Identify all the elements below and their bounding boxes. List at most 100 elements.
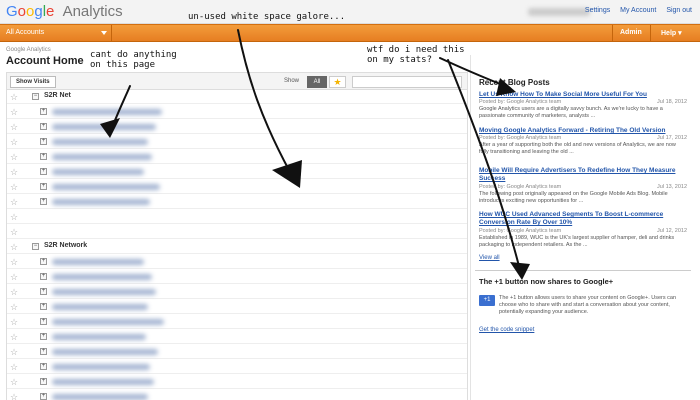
star-icon[interactable]: ☆ xyxy=(10,361,18,373)
expand-icon[interactable]: + xyxy=(40,123,47,130)
expand-icon[interactable]: + xyxy=(40,393,47,400)
star-icon[interactable]: ☆ xyxy=(10,196,18,208)
star-icon[interactable]: ☆ xyxy=(10,301,18,313)
property-row[interactable]: ☆ + xyxy=(7,120,467,134)
account-name[interactable]: S2R Net xyxy=(44,92,71,99)
sign-out-link[interactable]: Sign out xyxy=(666,7,692,14)
property-row[interactable]: ☆ + xyxy=(7,300,467,314)
account-selector[interactable]: All Accounts xyxy=(0,25,112,42)
blog-post-title[interactable]: Let Us Know How To Make Social More Usef… xyxy=(479,91,687,98)
property-row[interactable]: ☆ + xyxy=(7,255,467,269)
property-row[interactable]: ☆ + xyxy=(7,270,467,284)
expand-icon[interactable]: + xyxy=(40,333,47,340)
expand-icon[interactable]: + xyxy=(40,273,47,280)
annotation-whitespace: un-used white space galore... xyxy=(188,12,346,22)
property-row[interactable]: ☆ + xyxy=(7,180,467,194)
property-row[interactable]: ☆ + xyxy=(7,150,467,164)
expand-icon[interactable]: + xyxy=(40,198,47,205)
property-row[interactable]: ☆ + xyxy=(7,345,467,359)
property-row[interactable]: ☆ + xyxy=(7,390,467,400)
expand-icon[interactable]: + xyxy=(40,288,47,295)
property-row[interactable]: ☆ + xyxy=(7,375,467,389)
property-row[interactable]: ☆ + xyxy=(7,105,467,119)
spacer-row: ☆ xyxy=(7,210,467,224)
star-icon[interactable]: ☆ xyxy=(10,226,18,238)
expand-icon[interactable]: + xyxy=(40,138,47,145)
expand-icon[interactable]: + xyxy=(40,348,47,355)
blog-post-title[interactable]: How WUC Used Advanced Segments To Boost … xyxy=(479,211,687,227)
blog-post-title[interactable]: Moving Google Analytics Forward - Retiri… xyxy=(479,127,687,134)
property-row[interactable]: ☆ + xyxy=(7,135,467,149)
star-icon[interactable]: ☆ xyxy=(10,91,18,103)
property-row[interactable]: ☆ + xyxy=(7,165,467,179)
property-name-blurred xyxy=(52,379,154,385)
annotation-line: wtf do i need this xyxy=(367,45,465,55)
google-analytics-logo[interactable]: Google Analytics xyxy=(6,3,123,20)
blog-post-date: Jul 18, 2012 xyxy=(657,99,687,105)
star-icon[interactable]: ☆ xyxy=(10,256,18,268)
settings-link[interactable]: Settings xyxy=(585,7,610,14)
property-name-blurred xyxy=(52,139,148,145)
property-row[interactable]: ☆ + xyxy=(7,330,467,344)
admin-tab[interactable]: Admin xyxy=(612,25,650,42)
my-account-link[interactable]: My Account xyxy=(620,7,656,14)
filter-starred-button[interactable]: ★ xyxy=(329,76,346,88)
blog-post-excerpt: Established in 1989, WUC is the UK's lar… xyxy=(479,235,675,248)
blog-post-author: Posted by: Google Analytics team xyxy=(479,135,562,141)
star-icon[interactable]: ☆ xyxy=(10,376,18,388)
blog-post-title[interactable]: Mobile Will Require Advertisers To Redef… xyxy=(479,167,687,183)
search-input[interactable] xyxy=(352,76,462,88)
blog-post-author: Posted by: Google Analytics team xyxy=(479,184,562,190)
expand-icon[interactable]: + xyxy=(40,318,47,325)
view-all-link[interactable]: View all xyxy=(479,255,500,261)
property-row[interactable]: ☆ + xyxy=(7,285,467,299)
spacer-row: ☆ xyxy=(7,225,467,239)
account-selector-label: All Accounts xyxy=(6,29,45,36)
expand-icon[interactable]: + xyxy=(40,168,47,175)
property-row[interactable]: ☆ + xyxy=(7,315,467,329)
property-name-blurred xyxy=(52,124,156,130)
blog-post-excerpt: Google Analytics users are a digitally s… xyxy=(479,106,663,119)
property-name-blurred xyxy=(52,394,148,400)
show-visits-button[interactable]: Show Visits xyxy=(10,76,56,88)
star-icon[interactable]: ☆ xyxy=(10,121,18,133)
property-row[interactable]: ☆ + xyxy=(7,360,467,374)
star-icon[interactable]: ☆ xyxy=(10,286,18,298)
star-icon[interactable]: ☆ xyxy=(10,181,18,193)
plus-one-icon: +1 xyxy=(479,295,495,306)
star-icon[interactable]: ☆ xyxy=(10,331,18,343)
breadcrumb: Google Analytics xyxy=(6,47,51,53)
plus-one-heading: The +1 button now shares to Google+ xyxy=(479,277,614,286)
star-icon[interactable]: ☆ xyxy=(10,151,18,163)
plus-one-body: The +1 button allows users to share your… xyxy=(499,295,677,315)
star-icon[interactable]: ☆ xyxy=(10,136,18,148)
expand-icon[interactable]: + xyxy=(40,378,47,385)
blog-post-date: Jul 17, 2012 xyxy=(657,135,687,141)
account-row[interactable]: ☆ − S2R Net xyxy=(7,90,467,104)
star-icon[interactable]: ☆ xyxy=(10,346,18,358)
account-row[interactable]: ☆ − S2R Network xyxy=(7,240,467,254)
expand-icon[interactable]: + xyxy=(40,258,47,265)
show-label: Show xyxy=(284,78,300,84)
code-snippet-link[interactable]: Get the code snippet xyxy=(479,327,534,333)
account-name[interactable]: S2R Network xyxy=(44,242,87,249)
expand-icon[interactable]: + xyxy=(40,303,47,310)
help-menu[interactable]: Help ▾ xyxy=(650,25,700,42)
property-row[interactable]: ☆ + xyxy=(7,195,467,209)
property-name-blurred xyxy=(52,274,152,280)
star-icon[interactable]: ☆ xyxy=(10,271,18,283)
filter-all-button[interactable]: All xyxy=(307,76,327,88)
help-label: Help xyxy=(661,30,677,37)
expand-icon[interactable]: + xyxy=(40,363,47,370)
expand-icon[interactable]: + xyxy=(40,153,47,160)
star-icon[interactable]: ☆ xyxy=(10,316,18,328)
expand-icon[interactable]: + xyxy=(40,108,47,115)
collapse-icon[interactable]: − xyxy=(32,93,39,100)
collapse-icon[interactable]: − xyxy=(32,243,39,250)
star-icon[interactable]: ☆ xyxy=(10,166,18,178)
star-icon[interactable]: ☆ xyxy=(10,106,18,118)
star-icon[interactable]: ☆ xyxy=(10,391,18,400)
star-icon[interactable]: ☆ xyxy=(10,241,18,253)
star-icon[interactable]: ☆ xyxy=(10,211,18,223)
expand-icon[interactable]: + xyxy=(40,183,47,190)
